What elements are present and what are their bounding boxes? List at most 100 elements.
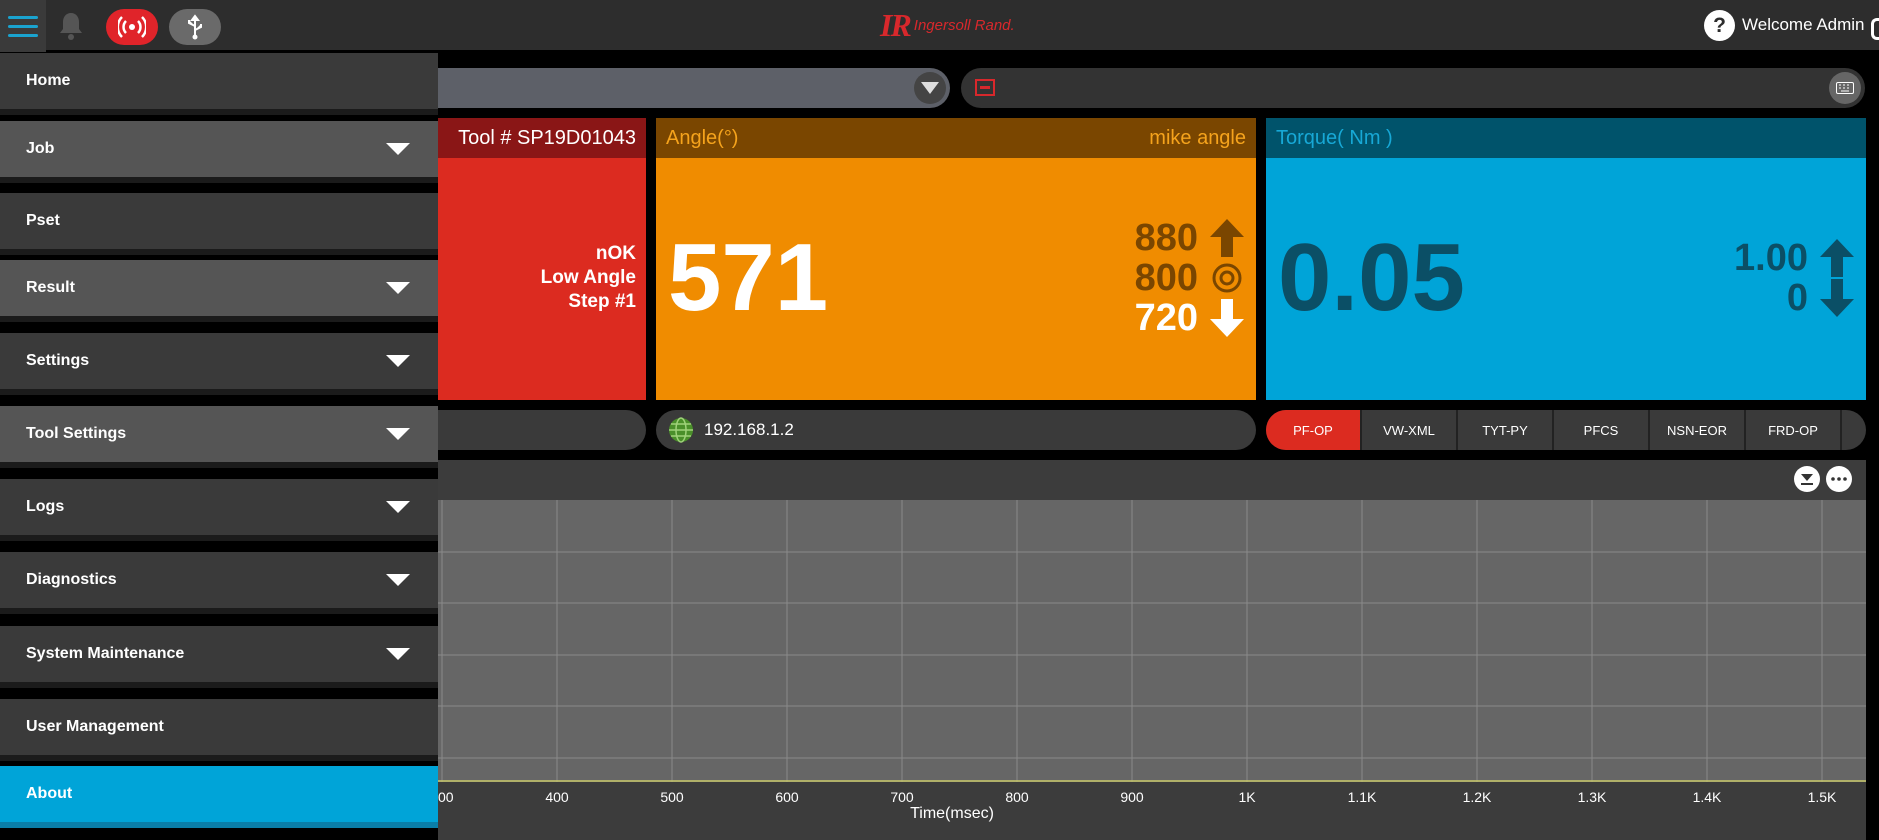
protocol-tab[interactable]: PF-OP bbox=[1266, 410, 1362, 450]
menu-item-diagnostics[interactable]: Diagnostics bbox=[0, 552, 438, 614]
help-button[interactable]: ? bbox=[1704, 10, 1735, 41]
logout-icon[interactable] bbox=[1871, 18, 1879, 40]
tool-panel-header: Tool # SP19D01043 bbox=[438, 118, 646, 158]
menu-item-settings[interactable]: Settings bbox=[0, 333, 438, 395]
angle-high-limit: 880 bbox=[1135, 217, 1246, 259]
top-bar: IR Ingersoll Rand. ? Welcome Admin bbox=[0, 0, 1879, 52]
menu-item-label: Job bbox=[26, 140, 55, 157]
torque-low-limit: 0 bbox=[1734, 277, 1856, 319]
x-tick-label: 800 bbox=[1005, 789, 1029, 805]
welcome-user[interactable]: Welcome Admin bbox=[1742, 15, 1865, 35]
arrow-up-icon bbox=[1208, 218, 1246, 258]
menu-item-pset[interactable]: Pset bbox=[0, 193, 438, 255]
angle-panel: Angle(°) mike angle 571 880 800 720 bbox=[656, 118, 1256, 400]
protocol-tab[interactable]: PFCS bbox=[1554, 410, 1650, 450]
caret-down-icon bbox=[386, 574, 410, 586]
x-tick-label: 400 bbox=[545, 789, 569, 805]
info-field bbox=[438, 410, 646, 450]
side-menu: Home Job Pset Result Settings Tool Setti… bbox=[0, 53, 438, 840]
angle-low-value: 720 bbox=[1134, 296, 1198, 339]
x-tick-label: 1.3K bbox=[1577, 789, 1607, 805]
tool-id: Tool # SP19D01043 bbox=[458, 126, 636, 149]
chart-plot-area bbox=[438, 500, 1866, 782]
x-tick-label: 1.1K bbox=[1347, 789, 1377, 805]
x-axis-label: Time(msec) bbox=[910, 805, 994, 822]
usb-status-button[interactable] bbox=[169, 9, 221, 45]
menu-item-label: Pset bbox=[26, 212, 60, 229]
bell-icon[interactable] bbox=[56, 10, 86, 42]
caret-down-icon bbox=[386, 428, 410, 440]
hamburger-menu-button[interactable] bbox=[0, 0, 46, 52]
result-status-step: Step #1 bbox=[568, 291, 636, 312]
torque-value: 0.05 bbox=[1278, 224, 1465, 331]
menu-item-label: Result bbox=[26, 279, 75, 296]
menu-item-home[interactable]: Home bbox=[0, 53, 438, 115]
keyboard-icon[interactable] bbox=[1829, 72, 1861, 104]
x-tick-label: 1.5K bbox=[1807, 789, 1837, 805]
protocol-tab[interactable]: NSN-EOR bbox=[1650, 410, 1746, 450]
angle-label: Angle(°) bbox=[666, 126, 739, 149]
angle-value: 571 bbox=[668, 224, 829, 331]
result-status-ok: nOK bbox=[595, 243, 636, 264]
x-tick-label: 1K bbox=[1238, 789, 1256, 805]
angle-name: mike angle bbox=[1149, 126, 1246, 149]
caret-down-icon bbox=[386, 143, 410, 155]
x-tick-label: 500 bbox=[660, 789, 684, 805]
menu-item-result[interactable]: Result bbox=[0, 260, 438, 322]
caret-down-icon bbox=[386, 355, 410, 367]
barcode-icon bbox=[975, 79, 995, 96]
torque-panel-header: Torque( Nm ) bbox=[1266, 118, 1866, 158]
barcode-input[interactable] bbox=[961, 68, 1865, 108]
result-status: nOK Low Angle Step #1 bbox=[541, 242, 636, 314]
menu-line-icon bbox=[8, 33, 38, 37]
arrow-up-icon bbox=[1818, 238, 1856, 278]
download-icon[interactable] bbox=[1794, 466, 1820, 492]
chevron-down-icon[interactable] bbox=[914, 72, 946, 104]
target-icon bbox=[1208, 258, 1246, 298]
trace-chart: 00 400 500 600 700 800 900 1K 1.1K 1.2K 1.3K 1.4K 1.… bbox=[438, 460, 1866, 840]
angle-target-value: 800 bbox=[1134, 256, 1198, 299]
menu-item-label: Home bbox=[26, 72, 71, 89]
network-status: 192.168.1.2 bbox=[656, 410, 1256, 450]
menu-item-label: User Management bbox=[26, 718, 164, 735]
menu-item-logs[interactable]: Logs bbox=[0, 479, 438, 541]
menu-item-tool-settings[interactable]: Tool Settings bbox=[0, 406, 438, 468]
result-status-reason: Low Angle bbox=[540, 267, 636, 288]
wireless-icon bbox=[118, 16, 146, 38]
menu-item-user-management[interactable]: User Management bbox=[0, 699, 438, 761]
menu-line-icon bbox=[8, 15, 38, 19]
menu-item-label: Settings bbox=[26, 352, 90, 369]
caret-down-icon bbox=[386, 648, 410, 660]
x-tick-label: 00 bbox=[438, 789, 454, 805]
menu-item-label: Tool Settings bbox=[26, 425, 127, 442]
menu-item-job[interactable]: Job bbox=[0, 121, 438, 183]
angle-low-limit: 720 bbox=[1134, 296, 1246, 339]
menu-item-label: Diagnostics bbox=[26, 571, 117, 588]
angle-limits: 880 800 720 bbox=[1134, 217, 1246, 339]
angle-panel-header: Angle(°) mike angle bbox=[656, 118, 1256, 158]
menu-line-icon bbox=[8, 24, 38, 28]
arrow-down-icon bbox=[1208, 298, 1246, 338]
more-options-icon[interactable] bbox=[1826, 466, 1852, 492]
protocol-tab[interactable]: FRD-OP bbox=[1746, 410, 1842, 450]
caret-down-icon bbox=[386, 282, 410, 294]
arrow-down-icon bbox=[1818, 278, 1856, 318]
x-tick-label: 900 bbox=[1120, 789, 1144, 805]
menu-item-about[interactable]: About bbox=[0, 766, 438, 828]
brand-logo: IR Ingersoll Rand. bbox=[880, 6, 1015, 43]
x-tick-label: 1.2K bbox=[1462, 789, 1492, 805]
menu-item-label: Logs bbox=[26, 498, 65, 515]
brand-mark: IR bbox=[880, 6, 912, 43]
x-tick-label: 600 bbox=[775, 789, 799, 805]
globe-icon bbox=[669, 417, 693, 443]
protocol-tab[interactable]: VW-XML bbox=[1362, 410, 1458, 450]
protocol-tab[interactable]: TYT-PY bbox=[1458, 410, 1554, 450]
job-selector[interactable] bbox=[438, 68, 950, 108]
brand-name: Ingersoll Rand. bbox=[913, 16, 1015, 34]
menu-item-system-maintenance[interactable]: System Maintenance bbox=[0, 626, 438, 688]
x-tick-label: 700 bbox=[890, 789, 914, 805]
torque-high-limit: 1.00 bbox=[1734, 237, 1856, 279]
wireless-status-button[interactable] bbox=[106, 9, 158, 45]
caret-down-icon bbox=[386, 501, 410, 513]
x-tick-label: 1.4K bbox=[1692, 789, 1722, 805]
